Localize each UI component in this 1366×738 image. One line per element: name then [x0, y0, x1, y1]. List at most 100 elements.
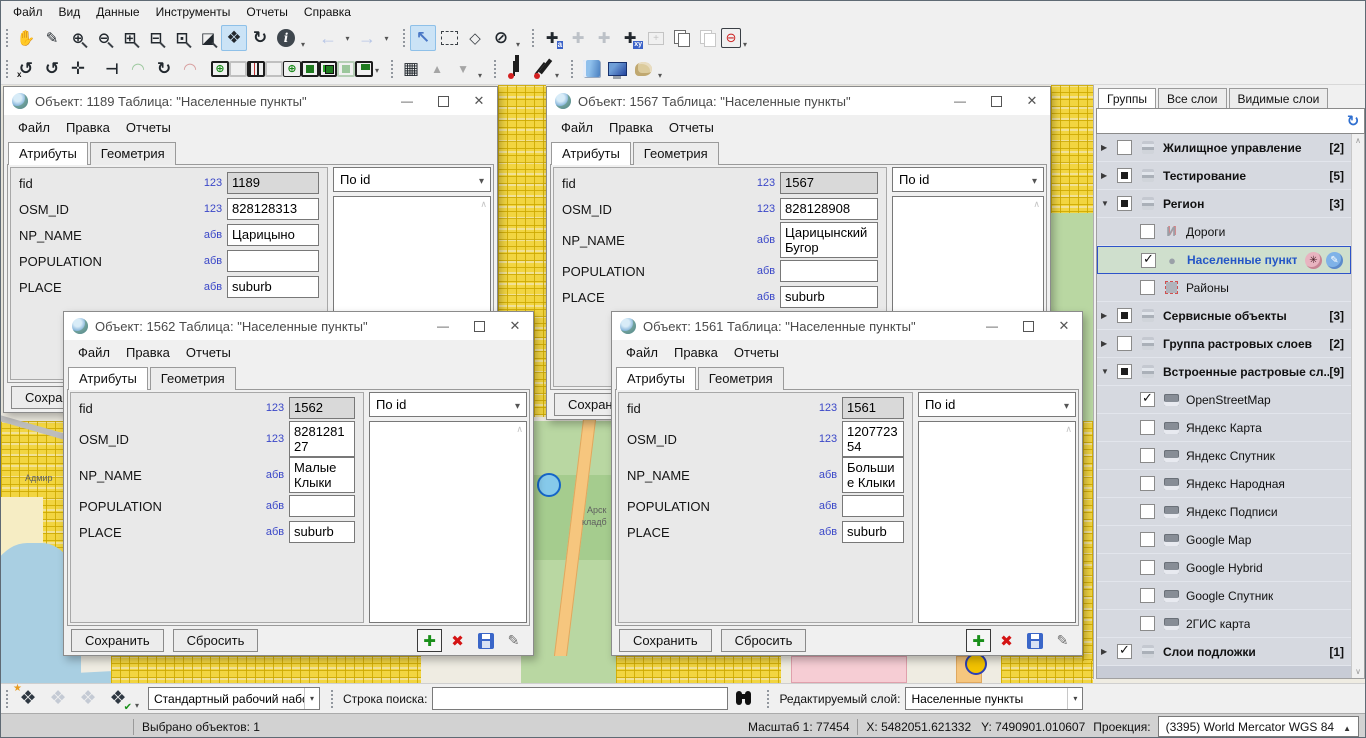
- minimize-icon[interactable]: [974, 312, 1010, 340]
- frame-paste-icon[interactable]: [229, 61, 247, 77]
- back-icon[interactable]: ←: [315, 25, 341, 51]
- toolbar-grip[interactable]: [5, 28, 10, 48]
- rotate-right-icon[interactable]: ↺: [39, 56, 65, 82]
- minimize-icon[interactable]: [425, 312, 461, 340]
- scroll-up-icon[interactable]: ∧: [1355, 136, 1361, 145]
- layer-checkbox[interactable]: [1140, 392, 1155, 407]
- add-record-icon[interactable]: [417, 629, 442, 652]
- edit-layer-dropdown[interactable]: Населенные пункты: [905, 687, 1083, 710]
- overlay-top-icon[interactable]: [355, 61, 373, 77]
- toolbar-grip[interactable]: [531, 28, 536, 48]
- select-rectangle-icon[interactable]: [436, 25, 462, 51]
- edit-record-icon[interactable]: [501, 629, 526, 652]
- minimize-icon[interactable]: [389, 87, 425, 115]
- dialog-menu-item[interactable]: Правка: [601, 117, 661, 138]
- dialog-menu-item[interactable]: Правка: [118, 342, 178, 363]
- dialog-tab[interactable]: Атрибуты: [8, 142, 88, 165]
- layer-tree-row[interactable]: ▶ Жилищное управление [2]: [1097, 134, 1351, 162]
- layers-panel-tab[interactable]: Видимые слои: [1229, 88, 1329, 109]
- toolbar-grip[interactable]: [330, 689, 335, 709]
- zoom-to-selection-icon[interactable]: ⊡: [169, 25, 195, 51]
- expander-icon[interactable]: ▶: [1101, 171, 1116, 180]
- map-search-input[interactable]: [432, 687, 728, 710]
- toolbar-grip[interactable]: [570, 59, 575, 79]
- menu-item[interactable]: Инструменты: [148, 2, 239, 22]
- add-xy-object-icon[interactable]: ✚: [617, 25, 643, 51]
- layer-checkbox[interactable]: [1140, 476, 1155, 491]
- refresh-map-icon[interactable]: ↻: [247, 25, 273, 51]
- layers-panel-tab[interactable]: Группы: [1098, 88, 1156, 109]
- dialog-titlebar[interactable]: Объект: 1189 Таблица: "Населенные пункты…: [4, 87, 497, 115]
- workset-dropdown[interactable]: Стандартный рабочий набор: [148, 687, 320, 710]
- zoom-out-icon[interactable]: ⊖: [91, 25, 117, 51]
- maximize-icon[interactable]: [425, 87, 461, 115]
- dialog-titlebar[interactable]: Объект: 1561 Таблица: "Населенные пункты…: [612, 312, 1082, 340]
- filter-dropdown[interactable]: По id: [369, 392, 527, 417]
- toolbar-grip[interactable]: [5, 59, 10, 79]
- overlay-pale-icon[interactable]: [337, 61, 355, 77]
- attribute-value-input[interactable]: Малые Клыки: [289, 457, 355, 493]
- columns-icon[interactable]: [247, 61, 265, 77]
- close-icon[interactable]: [461, 87, 497, 115]
- layer-checkbox[interactable]: [1117, 168, 1132, 183]
- overflow-icon[interactable]: ▾: [375, 66, 379, 75]
- toolbar-grip[interactable]: [766, 689, 771, 709]
- attribute-table-icon[interactable]: ▦: [398, 56, 424, 82]
- layer-checkbox[interactable]: [1117, 196, 1132, 211]
- snap-end-icon[interactable]: [527, 56, 553, 82]
- layers-visibility-icon[interactable]: ❖: [221, 25, 247, 51]
- layer-tree-row[interactable]: ▶ Сервисные объекты [3]: [1097, 302, 1351, 330]
- layer-tree-row[interactable]: Яндекс Карта: [1097, 414, 1351, 442]
- add-record-icon[interactable]: [966, 629, 991, 652]
- expander-icon[interactable]: ▶: [1101, 311, 1116, 320]
- workset-import-icon[interactable]: ❖: [43, 685, 73, 712]
- layer-checkbox[interactable]: [1117, 644, 1132, 659]
- toolbar-grip[interactable]: [390, 59, 395, 79]
- back-dropdown-icon[interactable]: ▾: [341, 25, 354, 51]
- zoom-in-icon[interactable]: ⊕: [65, 25, 91, 51]
- save-record-icon[interactable]: [1022, 629, 1047, 652]
- attribute-value-input[interactable]: Царицынский Бугор: [780, 222, 878, 258]
- tree-scrollbar[interactable]: ∧∨: [1351, 134, 1364, 678]
- attribute-value-input[interactable]: [780, 260, 878, 282]
- add-arc-icon[interactable]: ◠: [125, 56, 151, 82]
- zoom-out-window-icon[interactable]: ⊟: [143, 25, 169, 51]
- attribute-value-input[interactable]: suburb: [227, 276, 319, 298]
- dialog-tab[interactable]: Геометрия: [90, 142, 176, 165]
- attribute-value-input[interactable]: 828128313: [227, 198, 319, 220]
- filter-dropdown[interactable]: По id: [918, 392, 1076, 417]
- dialog-titlebar[interactable]: Объект: 1562 Таблица: "Населенные пункты…: [64, 312, 533, 340]
- layer-tree-row[interactable]: Яндекс Подписи: [1097, 498, 1351, 526]
- edit-record-icon[interactable]: [1050, 629, 1075, 652]
- zoom-to-layer-icon[interactable]: ◪: [195, 25, 221, 51]
- frame-add-icon[interactable]: ⊕: [211, 61, 229, 77]
- layer-tree-row[interactable]: OpenStreetMap: [1097, 386, 1351, 414]
- expander-icon[interactable]: ▼: [1101, 199, 1116, 208]
- info-icon[interactable]: [273, 25, 299, 51]
- toolbar-grip[interactable]: [5, 689, 10, 709]
- menu-item[interactable]: Данные: [88, 2, 147, 22]
- dialog-menu-item[interactable]: Файл: [618, 342, 666, 363]
- overlay-two-icon[interactable]: [319, 61, 337, 77]
- layer-tree-row[interactable]: ▶ Группа растровых слоев [2]: [1097, 330, 1351, 358]
- attribute-value-input[interactable]: [842, 495, 904, 517]
- projection-dropdown[interactable]: (3395) World Mercator WGS 84: [1158, 716, 1359, 737]
- menu-item[interactable]: Справка: [296, 2, 359, 22]
- maximize-icon[interactable]: [461, 312, 497, 340]
- layer-checkbox[interactable]: [1140, 448, 1155, 463]
- menu-item[interactable]: Файл: [5, 2, 51, 22]
- layer-tree-row[interactable]: ▶ Слои подложки [1]: [1097, 638, 1351, 666]
- select-polygon-icon[interactable]: ◇: [462, 25, 488, 51]
- overlay-one-icon[interactable]: [301, 61, 319, 77]
- layer-tree-row[interactable]: ▼ Встроенные растровые сл... [9]: [1097, 358, 1351, 386]
- dialog-menu-item[interactable]: Файл: [10, 117, 58, 138]
- layers-search-input[interactable]: [1097, 111, 1342, 131]
- workset-new-icon[interactable]: ❖: [13, 685, 43, 712]
- overflow-icon[interactable]: ▾: [743, 40, 747, 49]
- paste-object-icon[interactable]: [695, 25, 721, 51]
- expander-icon[interactable]: ▶: [1101, 339, 1116, 348]
- add-line-object-icon[interactable]: ✚: [565, 25, 591, 51]
- layer-tree-row[interactable]: ▶ Тестирование [5]: [1097, 162, 1351, 190]
- journal-icon[interactable]: [578, 56, 604, 82]
- layer-tree-row[interactable]: Google Спутник: [1097, 582, 1351, 610]
